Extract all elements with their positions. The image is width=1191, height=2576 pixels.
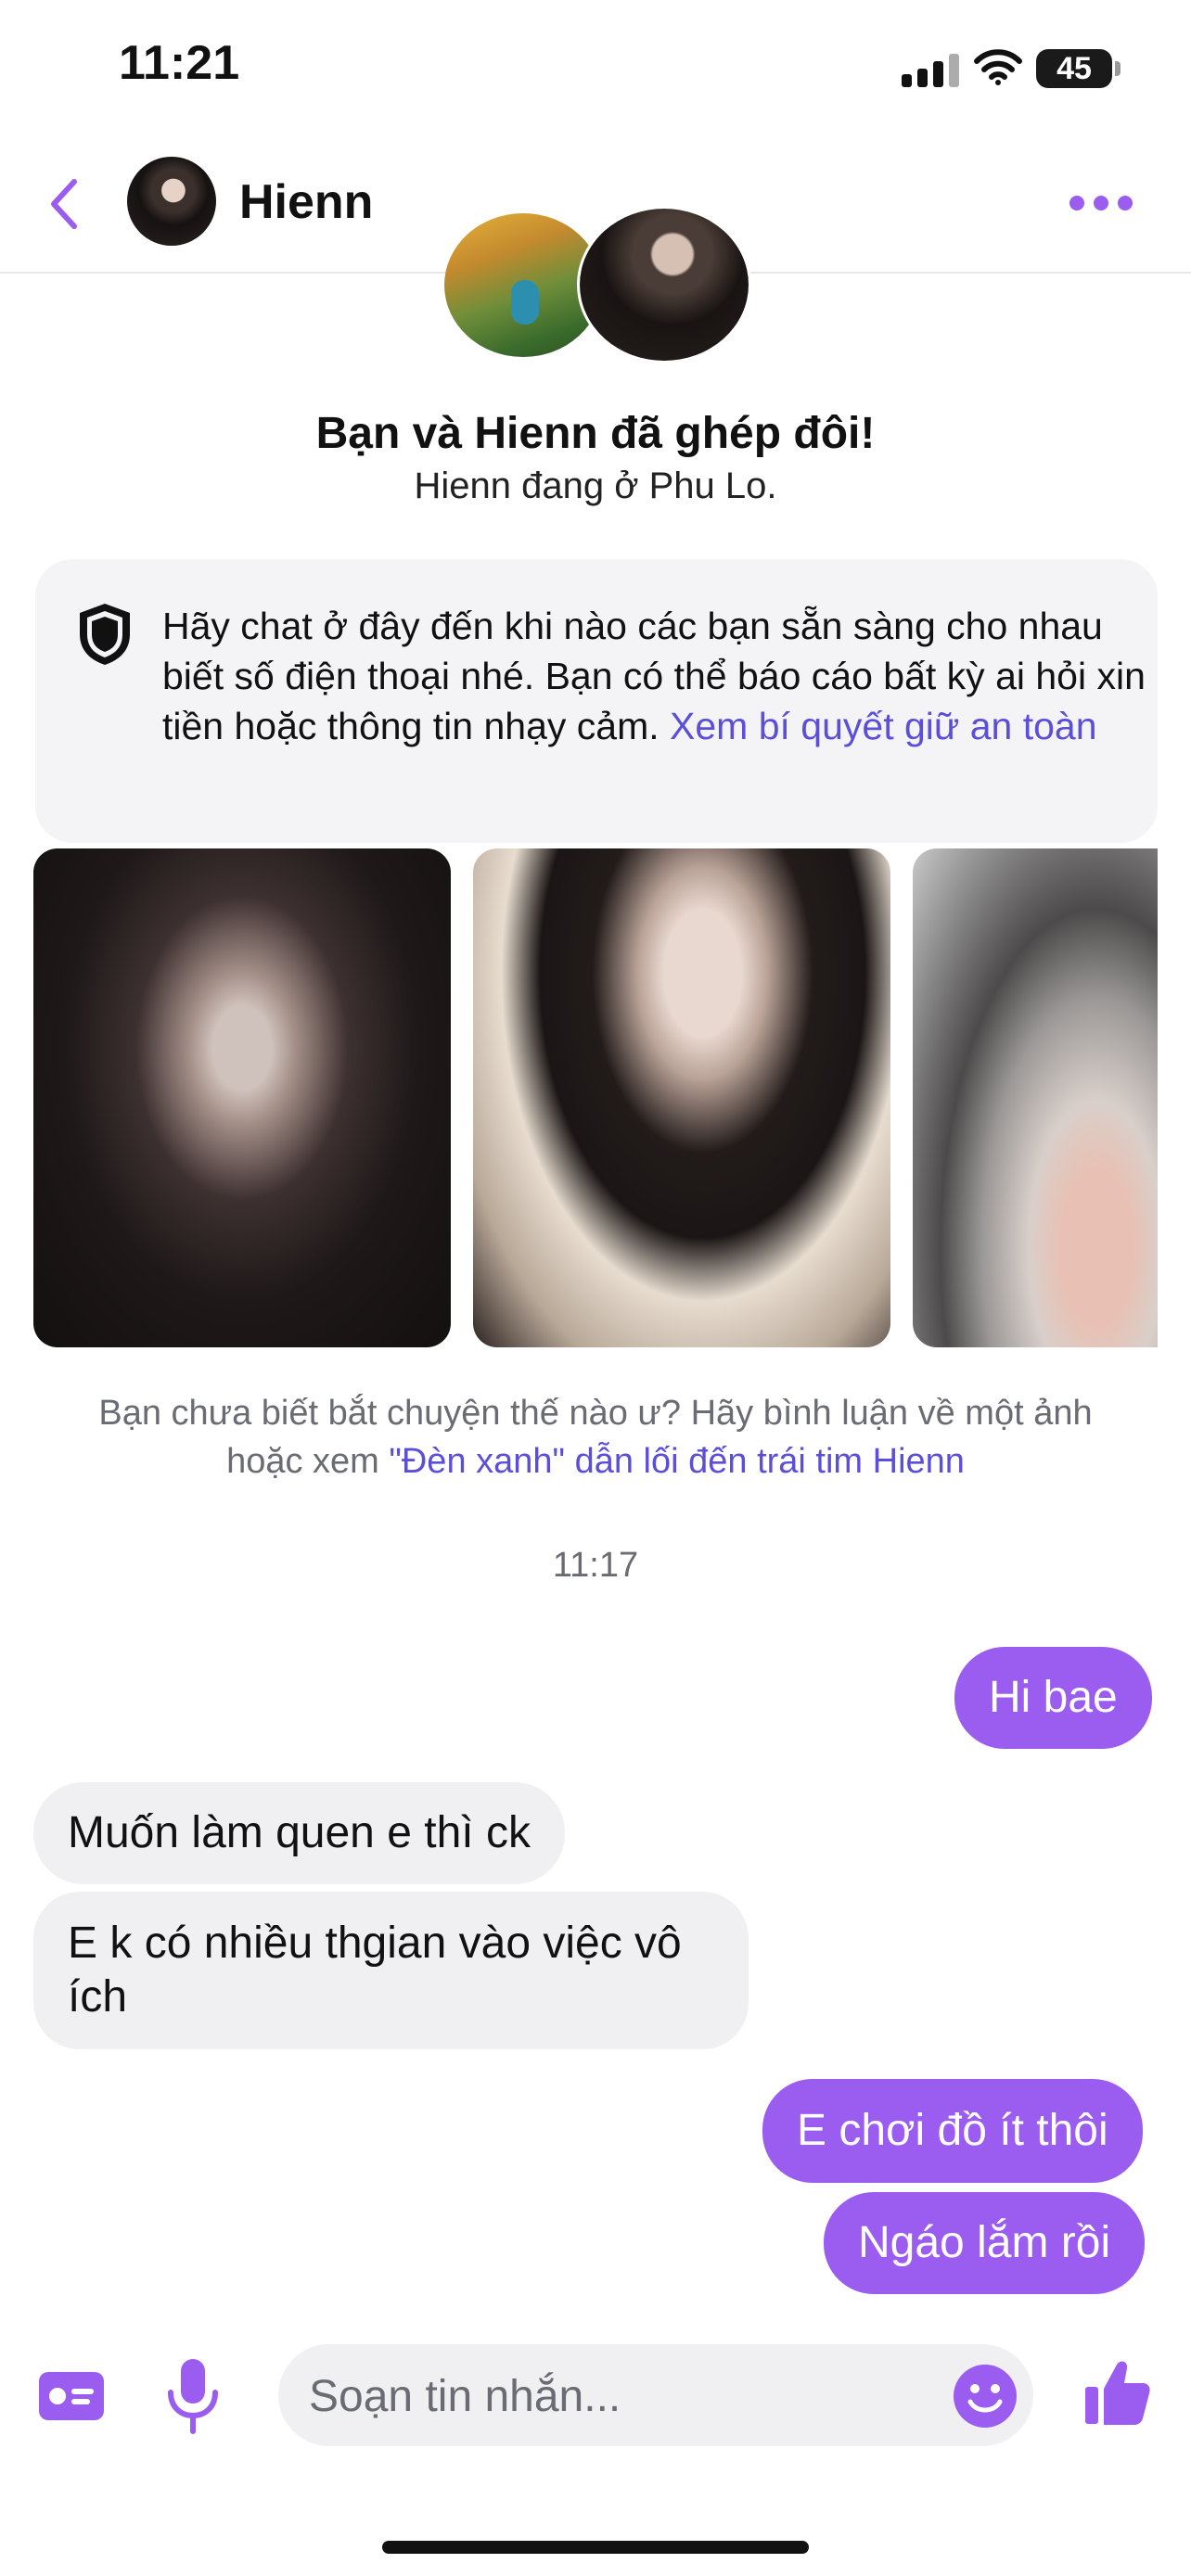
avatar[interactable] [127, 157, 216, 246]
message-bubble-sent[interactable]: Hi bae [954, 1647, 1152, 1749]
profile-photo[interactable] [33, 848, 451, 1347]
message-bubble-received[interactable]: E k có nhiều thgian vào việc vô ích [33, 1892, 749, 2049]
home-indicator[interactable] [382, 2541, 809, 2554]
back-chevron-icon[interactable] [46, 176, 83, 232]
conversation-starter: Bạn chưa biết bắt chuyện thế nào ư? Hãy … [56, 1389, 1135, 1486]
wifi-icon [974, 49, 1022, 85]
profile-photo[interactable] [473, 848, 890, 1347]
status-time: 11:21 [119, 36, 240, 90]
battery-indicator: 45 [1036, 49, 1112, 88]
emoji-icon[interactable] [952, 2363, 1018, 2429]
more-options-icon[interactable] [1069, 193, 1133, 213]
contact-name[interactable]: Hienn [239, 174, 373, 230]
green-light-link[interactable]: "Đèn xanh" dẫn lối đến trái tim Hienn [389, 1442, 965, 1481]
match-avatar-other [577, 206, 751, 363]
profile-photo[interactable] [913, 848, 1158, 1347]
message-timestamp: 11:17 [552, 1546, 639, 1585]
shield-icon [80, 604, 130, 665]
battery-cap [1115, 61, 1121, 76]
match-location: Hienn đang ở Phu Lo. [414, 465, 777, 506]
match-title: Bạn và Hienn đã ghép đôi! [315, 409, 876, 458]
message-bubble-sent[interactable]: E chơi đồ ít thôi [762, 2079, 1143, 2183]
thumbs-up-icon[interactable] [1082, 2357, 1152, 2428]
message-bubble-sent[interactable]: Ngáo lắm rồi [824, 2192, 1146, 2294]
safety-tips-link[interactable]: Xem bí quyết giữ an toàn [670, 705, 1097, 747]
message-input-placeholder: Soạn tin nhắn... [309, 2372, 621, 2421]
microphone-icon[interactable] [165, 2357, 221, 2435]
message-bubble-received[interactable]: Muốn làm quen e thì ck [33, 1782, 565, 1884]
cellular-signal-icon [902, 54, 967, 87]
profile-card-icon[interactable] [37, 2370, 106, 2422]
safety-message: Hãy chat ở đây đến khi nào các bạn sẵn s… [162, 601, 1146, 751]
